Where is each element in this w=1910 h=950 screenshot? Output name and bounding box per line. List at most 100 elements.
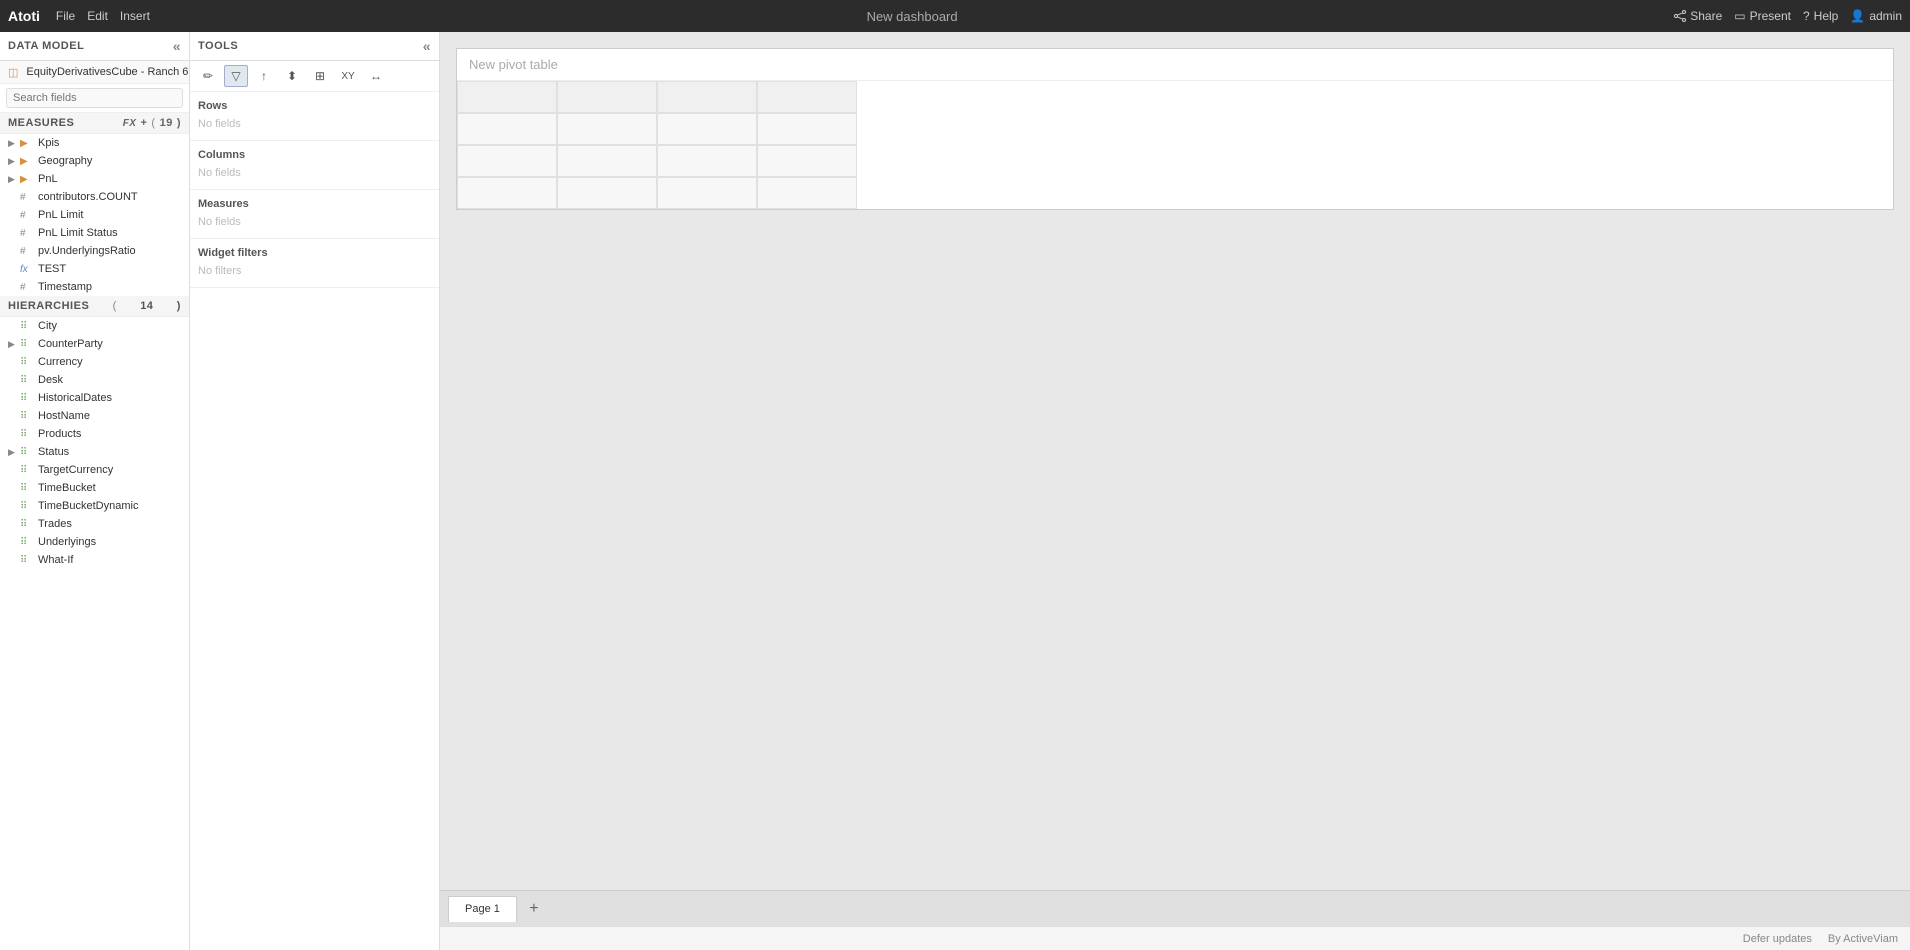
tree-item-hostname[interactable]: ⠿ HostName — [0, 407, 189, 425]
grid-btn[interactable]: ⊞ — [308, 65, 332, 87]
pivot-cell — [557, 177, 657, 209]
tree-item-pv-underlyings-ratio[interactable]: # pv.UnderlyingsRatio — [0, 242, 189, 260]
tab-add-btn[interactable]: + — [523, 898, 545, 920]
hierarchy-icon: ⠿ — [20, 357, 34, 368]
tab-page1[interactable]: Page 1 — [448, 896, 517, 922]
sort-asc-btn[interactable]: ↑ — [252, 65, 276, 87]
user-icon: 👤 — [1850, 9, 1865, 23]
columns-section: Columns No fields — [190, 141, 439, 190]
tree-item-timebucket-dynamic[interactable]: ⠿ TimeBucketDynamic — [0, 497, 189, 515]
tree-item-timestamp[interactable]: # Timestamp — [0, 278, 189, 296]
rows-section: Rows No fields — [190, 92, 439, 141]
menu-edit[interactable]: Edit — [87, 9, 108, 23]
tree-item-counterparty[interactable]: ▶ ⠿ CounterParty — [0, 335, 189, 353]
filter-btn[interactable]: ▽ — [224, 65, 248, 87]
hierarchy-icon: ⠿ — [20, 465, 34, 476]
tree-item-underlyings[interactable]: ⠿ Underlyings — [0, 533, 189, 551]
hierarchy-icon: ⠿ — [20, 537, 34, 548]
canvas-content: New pivot table — [440, 32, 1910, 890]
share-button[interactable]: Share — [1674, 9, 1722, 23]
fx-icon: fx — [20, 264, 34, 275]
hierarchy-icon: ⠿ — [20, 339, 34, 350]
tree-item-pnl-limit-status[interactable]: # PnL Limit Status — [0, 224, 189, 242]
tree-item-pnl-limit[interactable]: # PnL Limit — [0, 206, 189, 224]
tree-item-historical-dates[interactable]: ⠿ HistoricalDates — [0, 389, 189, 407]
cube-icon: ◫ — [8, 66, 18, 79]
pivot-table-container: New pivot table — [456, 48, 1894, 210]
tools-toolbar: ✏ ▽ ↑ ⬍ ⊞ XY ↔ — [190, 61, 439, 92]
pivot-cell — [757, 145, 857, 177]
sort-btn[interactable]: ⬍ — [280, 65, 304, 87]
rows-title: Rows — [198, 100, 431, 112]
expand-kpis-icon: ▶ — [8, 138, 16, 149]
defer-updates-btn[interactable]: Defer updates — [1743, 933, 1812, 945]
search-fields-input[interactable] — [6, 88, 183, 108]
hash-icon: # — [20, 192, 34, 203]
help-button[interactable]: ? Help — [1803, 9, 1838, 23]
cube-selector[interactable]: ◫ EquityDerivativesCube - Ranch 6.0 ▾ — [0, 61, 189, 84]
tree-item-geography[interactable]: ▶ ▶ Geography — [0, 152, 189, 170]
share-icon — [1674, 10, 1686, 22]
pencil-btn[interactable]: ✏ — [196, 65, 220, 87]
widget-filters-title: Widget filters — [198, 247, 431, 259]
columns-title: Columns — [198, 149, 431, 161]
expand-pnl-icon: ▶ — [8, 174, 16, 185]
right-actions: Share ▭ Present ? Help 👤 admin — [1674, 9, 1902, 23]
folder-icon: ▶ — [20, 138, 34, 149]
widget-filters-section: Widget filters No filters — [190, 239, 439, 288]
plus-icon: + — [140, 117, 147, 129]
hierarchy-icon: ⠿ — [20, 483, 34, 494]
tree-item-trades[interactable]: ⠿ Trades — [0, 515, 189, 533]
hierarchy-icon: ⠿ — [20, 447, 34, 458]
tree-item-test[interactable]: fx TEST — [0, 260, 189, 278]
collapse-data-model-btn[interactable]: « — [173, 38, 181, 54]
hierarchy-icon: ⠿ — [20, 555, 34, 566]
pivot-grid — [457, 81, 1893, 209]
present-button[interactable]: ▭ Present — [1734, 9, 1791, 23]
cube-select[interactable]: EquityDerivativesCube - Ranch 6.0 — [22, 65, 190, 79]
collapse-tools-btn[interactable]: « — [423, 38, 431, 54]
tools-header: TOOLS « — [190, 32, 439, 61]
tree-item-kpis[interactable]: ▶ ▶ Kpis — [0, 134, 189, 152]
tree-item-city[interactable]: ⠿ City — [0, 317, 189, 335]
expand-btn[interactable]: ↔ — [364, 65, 388, 87]
menu-insert[interactable]: Insert — [120, 9, 150, 23]
pivot-cell — [757, 81, 857, 113]
tree-item-contributors-count[interactable]: # contributors.COUNT — [0, 188, 189, 206]
xy-btn[interactable]: XY — [336, 65, 360, 87]
hierarchies-count: ( — [113, 300, 117, 312]
expand-geography-icon: ▶ — [8, 156, 16, 167]
data-model-panel: Data Model « ◫ EquityDerivativesCube - R… — [0, 32, 190, 950]
measures-section-header: MEASURES fx + (19) — [0, 113, 189, 134]
tree-item-pnl[interactable]: ▶ ▶ PnL — [0, 170, 189, 188]
tree-item-desk[interactable]: ⠿ Desk — [0, 371, 189, 389]
pivot-cell — [457, 81, 557, 113]
user-menu[interactable]: 👤 admin — [1850, 9, 1902, 23]
pivot-cell — [457, 113, 557, 145]
tree-item-timebucket[interactable]: ⠿ TimeBucket — [0, 479, 189, 497]
canvas-area: New pivot table — [440, 32, 1910, 950]
hash-icon: # — [20, 228, 34, 239]
tree-item-what-if[interactable]: ⠿ What-If — [0, 551, 189, 569]
measures-count: ( — [151, 117, 155, 129]
tree-item-products[interactable]: ⠿ Products — [0, 425, 189, 443]
hierarchy-icon: ⠿ — [20, 375, 34, 386]
menu-file[interactable]: File — [56, 9, 75, 23]
help-icon: ? — [1803, 9, 1810, 23]
pivot-cell — [557, 81, 657, 113]
hierarchy-icon: ⠿ — [20, 411, 34, 422]
rows-empty: No fields — [198, 116, 431, 132]
widget-filters-empty: No filters — [198, 263, 431, 279]
tree-item-currency[interactable]: ⠿ Currency — [0, 353, 189, 371]
measures-fx-btn[interactable]: fx + (19) — [123, 117, 181, 129]
tree-item-status[interactable]: ▶ ⠿ Status — [0, 443, 189, 461]
hash-icon: # — [20, 210, 34, 221]
pivot-cell — [657, 113, 757, 145]
app-logo: Atoti — [8, 8, 40, 24]
search-fields-box — [0, 84, 189, 113]
pivot-title: New pivot table — [457, 49, 1893, 81]
tree-item-target-currency[interactable]: ⠿ TargetCurrency — [0, 461, 189, 479]
hierarchy-icon: ⠿ — [20, 429, 34, 440]
present-icon: ▭ — [1734, 9, 1745, 23]
columns-empty: No fields — [198, 165, 431, 181]
